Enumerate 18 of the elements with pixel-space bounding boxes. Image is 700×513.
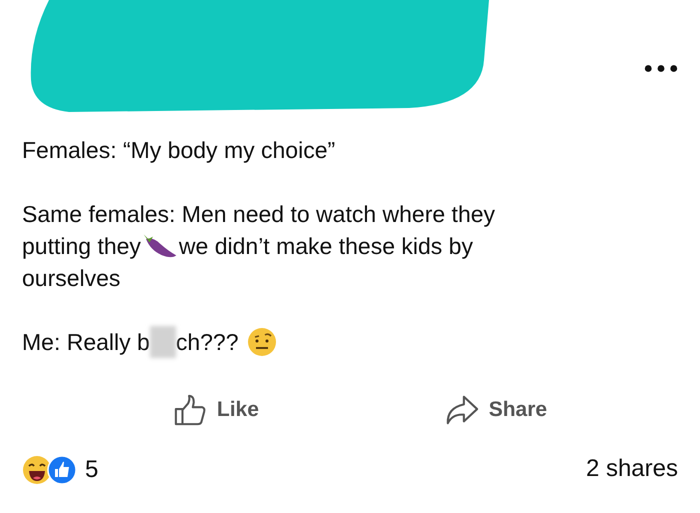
reaction-count[interactable]: 5 xyxy=(85,456,98,484)
post-text: Females: “My body my choice” xyxy=(22,136,336,165)
post-text: putting they xyxy=(22,233,141,259)
post-text: ch??? xyxy=(176,329,238,355)
shares-count[interactable]: 2 shares xyxy=(586,455,678,483)
post-text: ourselves xyxy=(22,265,120,291)
laughing-face-icon xyxy=(22,455,52,485)
post-text: we didn’t make these kids by xyxy=(178,233,473,259)
censor-blur xyxy=(150,326,176,358)
share-arrow-icon xyxy=(444,394,479,426)
thumbs-up-icon xyxy=(172,394,207,426)
thumbs-up-icon xyxy=(47,455,77,485)
share-button[interactable]: Share xyxy=(436,390,556,430)
post-text: Me: Really b xyxy=(22,329,150,355)
more-options-icon[interactable] xyxy=(644,64,678,73)
like-button[interactable]: Like xyxy=(164,390,267,430)
raised-eyebrow-face-icon xyxy=(246,327,276,357)
post-text: Same females: Men need to watch where they xyxy=(22,201,496,227)
